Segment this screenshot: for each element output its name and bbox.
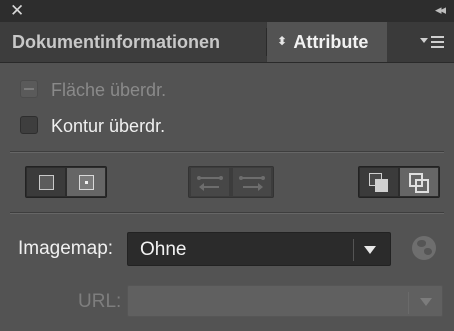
- select-separator: [353, 239, 354, 261]
- url-combobox[interactable]: [127, 285, 443, 317]
- tab-attributes[interactable]: ⬍ Attribute: [267, 22, 387, 62]
- mixed-state-dash-icon: [24, 88, 34, 90]
- imagemap-select[interactable]: Ohne: [127, 232, 391, 266]
- path-direction-button-group: [188, 166, 274, 198]
- nonzero-winding-front-square: [375, 179, 388, 192]
- center-dot: [85, 181, 88, 184]
- select-separator: [408, 292, 409, 314]
- hide-center-icon: [39, 175, 54, 190]
- stroke-overprint-checkbox[interactable]: [20, 116, 38, 134]
- menu-line: [431, 46, 444, 48]
- stroke-overprint-label: Kontur überdr.: [51, 116, 166, 136]
- tab-attributes-label: Attribute: [293, 32, 369, 52]
- globe-land: [424, 248, 432, 255]
- imagemap-selected-value: Ohne: [140, 239, 187, 260]
- show-center-icon: [79, 175, 94, 190]
- close-icon[interactable]: ✕: [10, 2, 24, 20]
- tab-document-info-label: Dokumentinformationen: [12, 32, 221, 52]
- collapse-panel-icon[interactable]: ◂◂: [435, 3, 446, 19]
- even-odd-button[interactable]: [400, 168, 438, 196]
- globe-icon[interactable]: [412, 236, 436, 260]
- dropdown-triangle-icon: [420, 38, 428, 43]
- url-label: URL:: [78, 291, 122, 312]
- show-center-button[interactable]: [67, 168, 105, 196]
- tab-bar: Dokumentinformationen ⬍ Attribute: [0, 22, 454, 63]
- fill-overprint-checkbox[interactable]: [20, 80, 38, 98]
- reverse-path-direction-on-icon: [239, 176, 265, 191]
- fill-overprint-label: Fläche überdr.: [51, 80, 167, 100]
- chevron-down-icon: [420, 298, 432, 306]
- fill-rule-button-group: [358, 166, 440, 198]
- menu-line: [431, 41, 444, 43]
- chevron-down-icon: [364, 246, 376, 254]
- center-mark-button-group: [25, 166, 107, 198]
- section-divider: [10, 151, 444, 153]
- nonzero-winding-button[interactable]: [360, 168, 398, 196]
- reverse-path-direction-on-button[interactable]: [233, 168, 271, 196]
- panel-menu-button[interactable]: [420, 34, 446, 50]
- even-odd-front-square: [415, 179, 429, 193]
- hide-center-button[interactable]: [27, 168, 65, 196]
- globe-land: [417, 240, 426, 247]
- imagemap-label: Imagemap:: [18, 238, 114, 259]
- section-divider: [10, 212, 444, 214]
- panel-title-bar[interactable]: ✕ ◂◂: [0, 0, 454, 22]
- stepper-arrows-icon: ⬍: [276, 34, 288, 48]
- reverse-path-direction-off-button[interactable]: [191, 168, 229, 196]
- tab-document-info[interactable]: Dokumentinformationen: [0, 22, 266, 62]
- menu-line: [431, 36, 444, 38]
- attributes-panel: ✕ ◂◂ Dokumentinformationen ⬍ Attribute F…: [0, 0, 454, 331]
- reverse-path-direction-off-icon: [197, 176, 223, 191]
